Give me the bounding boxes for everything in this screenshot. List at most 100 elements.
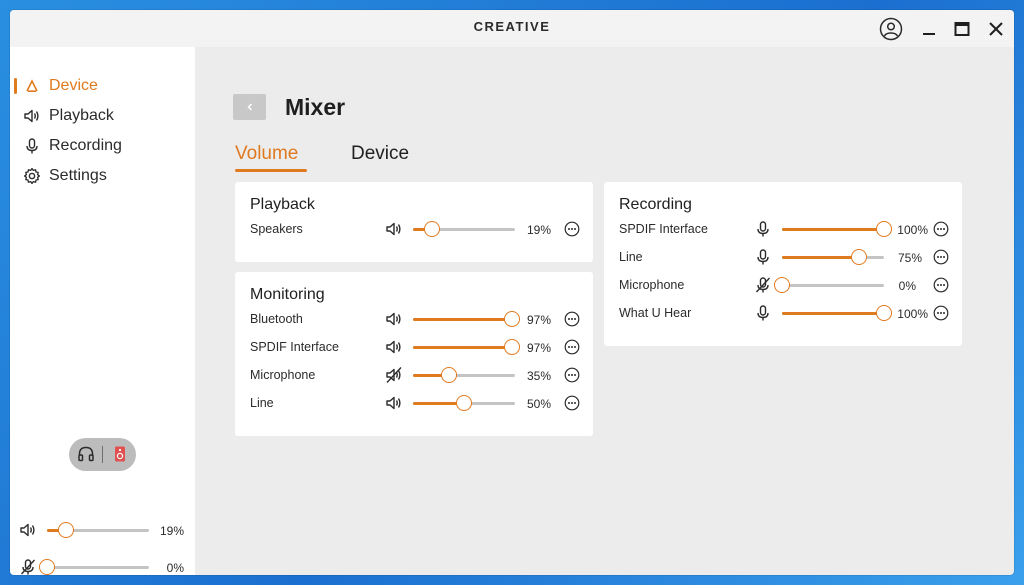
account-button[interactable] bbox=[878, 16, 904, 42]
sidebar-item-label: Device bbox=[49, 77, 98, 94]
recording-value: 100% bbox=[897, 223, 928, 237]
master-mic-value: 0% bbox=[166, 561, 184, 575]
microphone-icon[interactable] bbox=[754, 304, 772, 322]
tab-device[interactable]: Device bbox=[351, 143, 409, 165]
volume-value: 19% bbox=[526, 223, 551, 237]
headphones-icon[interactable] bbox=[77, 445, 95, 463]
sidebar-item-device[interactable]: Device bbox=[10, 73, 195, 99]
volume-slider[interactable] bbox=[413, 367, 515, 383]
mixer-row: SPDIF Interface 97% bbox=[235, 337, 593, 357]
slider-fill bbox=[413, 346, 512, 349]
user-icon bbox=[879, 17, 903, 41]
card-title: Monitoring bbox=[250, 286, 325, 303]
sidebar-item-settings[interactable]: Settings bbox=[10, 163, 195, 189]
creative-logo-icon bbox=[23, 77, 41, 95]
chevron-left-icon bbox=[246, 103, 252, 111]
speaker-device-icon[interactable] bbox=[111, 445, 129, 463]
slider-fill bbox=[782, 228, 884, 231]
more-options-icon[interactable] bbox=[933, 249, 949, 265]
recording-slider[interactable] bbox=[782, 305, 892, 321]
speaker-icon[interactable] bbox=[385, 310, 403, 328]
more-options-icon[interactable] bbox=[564, 395, 580, 411]
volume-value: 35% bbox=[526, 369, 551, 383]
volume-slider[interactable] bbox=[413, 395, 515, 411]
close-icon bbox=[989, 22, 1003, 36]
mixer-row: Bluetooth 97% bbox=[235, 309, 593, 329]
channel-name: Speakers bbox=[250, 222, 303, 236]
slider-thumb[interactable] bbox=[456, 395, 472, 411]
volume-slider[interactable] bbox=[413, 221, 515, 237]
more-options-icon[interactable] bbox=[564, 221, 580, 237]
recording-card: Recording SPDIF Interface 100% Line 75% … bbox=[604, 182, 962, 346]
slider-fill bbox=[782, 256, 859, 259]
slider-thumb[interactable] bbox=[850, 249, 867, 265]
mixer-row: What U Hear 100% bbox=[604, 303, 962, 323]
slider-fill bbox=[413, 318, 512, 321]
minimize-button[interactable] bbox=[916, 16, 942, 42]
recording-value: 0% bbox=[898, 279, 916, 293]
channel-name: SPDIF Interface bbox=[619, 222, 708, 236]
more-options-icon[interactable] bbox=[564, 339, 580, 355]
microphone-icon[interactable] bbox=[754, 248, 772, 266]
slider-thumb[interactable] bbox=[440, 367, 457, 383]
volume-slider[interactable] bbox=[413, 339, 520, 355]
more-options-icon[interactable] bbox=[564, 367, 580, 383]
speaker-icon[interactable] bbox=[385, 338, 403, 356]
sidebar-item-label: Settings bbox=[49, 167, 107, 184]
slider-fill bbox=[782, 312, 884, 315]
channel-name: Microphone bbox=[619, 278, 685, 292]
slider-thumb[interactable] bbox=[424, 221, 441, 237]
channel-name: Line bbox=[619, 250, 643, 264]
speaker-icon[interactable] bbox=[385, 394, 403, 412]
maximize-button[interactable] bbox=[949, 16, 975, 42]
active-indicator bbox=[14, 78, 17, 94]
mixer-row: Microphone 35% bbox=[235, 365, 593, 385]
microphone-icon[interactable] bbox=[754, 220, 772, 238]
slider-thumb[interactable] bbox=[39, 559, 55, 575]
volume-slider[interactable] bbox=[413, 311, 520, 327]
speaker-muted-icon[interactable] bbox=[385, 366, 403, 384]
microphone-icon bbox=[23, 137, 41, 155]
brand-logo: CREATIVE bbox=[473, 19, 551, 34]
page-title: Mixer bbox=[285, 94, 346, 120]
speaker-icon[interactable] bbox=[385, 220, 403, 238]
sidebar-item-recording[interactable]: Recording bbox=[10, 133, 195, 159]
master-mic-row: 0% bbox=[10, 557, 195, 575]
more-options-icon[interactable] bbox=[933, 277, 949, 293]
microphone-muted-icon[interactable] bbox=[754, 276, 772, 294]
more-options-icon[interactable] bbox=[933, 221, 949, 237]
sidebar-item-label: Playback bbox=[49, 107, 114, 124]
close-button[interactable] bbox=[983, 16, 1009, 42]
recording-value: 75% bbox=[897, 251, 922, 265]
master-mic-slider[interactable] bbox=[39, 559, 149, 575]
slider-track bbox=[782, 284, 884, 287]
channel-name: Line bbox=[250, 396, 274, 410]
sidebar-item-playback[interactable]: Playback bbox=[10, 103, 195, 129]
title-bar: CREATIVE bbox=[10, 10, 1014, 47]
card-title: Recording bbox=[619, 196, 692, 213]
volume-value: 50% bbox=[526, 397, 551, 411]
mixer-row: SPDIF Interface 100% bbox=[604, 219, 962, 239]
tab-volume[interactable]: Volume bbox=[235, 143, 298, 165]
mixer-row: Line 50% bbox=[235, 393, 593, 413]
mixer-row: Speakers 19% bbox=[235, 219, 593, 239]
output-device-toggle[interactable] bbox=[69, 438, 136, 471]
recording-slider[interactable] bbox=[782, 221, 892, 237]
master-volume-slider[interactable] bbox=[47, 522, 149, 538]
monitoring-card: Monitoring Bluetooth 97% SPDIF Interface bbox=[235, 272, 593, 436]
recording-value: 100% bbox=[897, 307, 928, 321]
recording-slider[interactable] bbox=[782, 249, 884, 265]
mixer-row: Microphone 0% bbox=[604, 275, 962, 295]
speaker-icon[interactable] bbox=[19, 521, 37, 539]
sidebar: Device Playback Recording Settings 19% 0… bbox=[10, 47, 195, 575]
more-options-icon[interactable] bbox=[564, 311, 580, 327]
tab-active-underline bbox=[235, 169, 307, 172]
speaker-icon bbox=[23, 107, 41, 125]
more-options-icon[interactable] bbox=[933, 305, 949, 321]
back-button[interactable] bbox=[233, 94, 266, 120]
slider-track bbox=[47, 566, 149, 569]
slider-thumb[interactable] bbox=[58, 522, 75, 538]
microphone-muted-icon[interactable] bbox=[19, 558, 37, 575]
slider-thumb[interactable] bbox=[774, 277, 790, 293]
recording-slider[interactable] bbox=[774, 277, 884, 293]
